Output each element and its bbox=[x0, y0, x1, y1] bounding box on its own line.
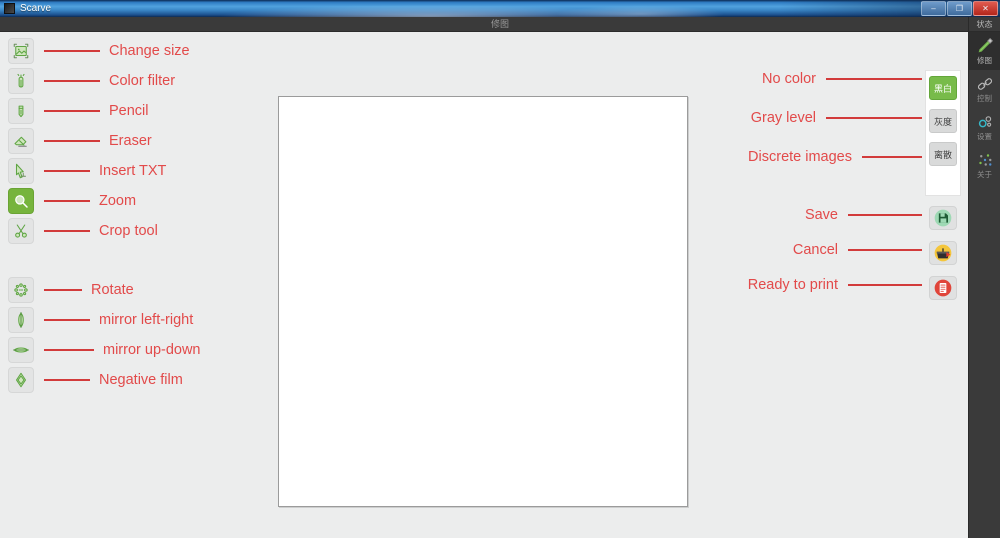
sidebar-item-4[interactable]: 关于 bbox=[969, 146, 1000, 184]
secondary-bar-label: 修图 bbox=[490, 19, 509, 29]
title-bar: Scarve – ❐ ✕ bbox=[0, 0, 1000, 17]
annotation: Ready to print bbox=[0, 277, 922, 293]
annotation: Cancel bbox=[0, 242, 922, 258]
annotation-label: No color bbox=[762, 71, 816, 87]
app-icon bbox=[4, 3, 15, 14]
tool-row: mirror left-right bbox=[8, 305, 201, 335]
tool-label: mirror left-right bbox=[99, 312, 194, 328]
annotation-leader-line bbox=[44, 140, 100, 142]
tool-label: Insert TXT bbox=[99, 163, 167, 179]
annotation-leader-line bbox=[848, 214, 922, 216]
change-size-icon[interactable] bbox=[8, 38, 34, 64]
annotation-label: Gray level bbox=[750, 110, 816, 126]
close-button[interactable]: ✕ bbox=[973, 1, 998, 16]
tool-label: Eraser bbox=[109, 133, 152, 149]
sidebar-item-label: 关于 bbox=[977, 170, 992, 179]
sidebar-item-list: 修图 控制 设置 关于 bbox=[969, 32, 1000, 184]
tool-label: Change size bbox=[109, 43, 190, 59]
sidebar-header: 状态 bbox=[969, 17, 1000, 32]
sidebar-item-2[interactable]: 控制 bbox=[969, 70, 1000, 108]
sidebar-item-label: 控制 bbox=[977, 94, 992, 103]
mirror-vertical-icon[interactable] bbox=[8, 337, 34, 363]
gears-icon bbox=[976, 113, 994, 131]
window-title: Scarve bbox=[20, 3, 52, 14]
sidebar-item-label: 设置 bbox=[977, 132, 992, 141]
tool-row: Change size bbox=[8, 36, 190, 66]
dots-icon bbox=[976, 151, 994, 169]
tool-label: mirror up-down bbox=[103, 342, 201, 358]
negative-film-icon[interactable] bbox=[8, 367, 34, 393]
save-icon[interactable] bbox=[929, 206, 957, 230]
annotation-leader-line bbox=[848, 284, 922, 286]
secondary-bar: 修图 bbox=[0, 17, 1000, 32]
window-controls: – ❐ ✕ bbox=[921, 1, 998, 16]
annotation-label: Cancel bbox=[792, 242, 838, 258]
tool-row: mirror up-down bbox=[8, 335, 201, 365]
annotation-label: Discrete images bbox=[748, 149, 852, 165]
tool-row: Negative film bbox=[8, 365, 201, 395]
annotation: Gray level bbox=[0, 110, 922, 126]
pencil-icon bbox=[976, 37, 994, 55]
sidebar-item-3[interactable]: 设置 bbox=[969, 108, 1000, 146]
right-sidebar: 状态 修图控制设置关于 bbox=[968, 17, 1000, 538]
annotation-leader-line bbox=[826, 117, 922, 119]
annotation-leader-line bbox=[44, 319, 90, 321]
color-mode-button[interactable]: 灰度 bbox=[929, 109, 957, 133]
color-mode-button[interactable]: 离散 bbox=[929, 142, 957, 166]
tool-group-transform: Rotate mirror left-right mirror up-down Neg… bbox=[8, 275, 201, 395]
annotation-leader-line bbox=[862, 156, 922, 158]
annotation: Save bbox=[0, 207, 922, 223]
annotation: No color bbox=[0, 71, 922, 87]
maximize-button[interactable]: ❐ bbox=[947, 1, 972, 16]
cancel-icon[interactable] bbox=[929, 241, 957, 265]
annotation-leader-line bbox=[44, 379, 90, 381]
annotation-leader-line bbox=[826, 78, 922, 80]
sidebar-item-1[interactable]: 修图 bbox=[969, 32, 1000, 70]
sidebar-item-label: 修图 bbox=[977, 56, 992, 65]
color-mode-panel: 黑白 灰度 离散 bbox=[925, 70, 961, 196]
workspace: Change size Color filter Pencil Eraser Inser… bbox=[0, 32, 968, 538]
link-icon bbox=[976, 75, 994, 93]
application-window: Scarve – ❐ ✕ 修图 Change size Color filter P… bbox=[0, 0, 1000, 538]
annotation-leader-line bbox=[44, 230, 90, 232]
color-mode-button[interactable]: 黑白 bbox=[929, 76, 957, 100]
minimize-button[interactable]: – bbox=[921, 1, 946, 16]
print-icon[interactable] bbox=[929, 276, 957, 300]
annotation-leader-line bbox=[44, 170, 90, 172]
annotation: Discrete images bbox=[0, 149, 922, 165]
mirror-horizontal-icon[interactable] bbox=[8, 307, 34, 333]
annotation-label: Ready to print bbox=[747, 277, 838, 293]
annotation-label: Save bbox=[804, 207, 838, 223]
tool-label: Negative film bbox=[99, 372, 183, 388]
annotation-leader-line bbox=[848, 249, 922, 251]
annotation-leader-line bbox=[44, 50, 100, 52]
tool-label: Crop tool bbox=[99, 223, 158, 239]
annotation-leader-line bbox=[44, 349, 94, 351]
annotation-leader-line bbox=[44, 200, 90, 202]
action-button-panel bbox=[925, 206, 961, 321]
